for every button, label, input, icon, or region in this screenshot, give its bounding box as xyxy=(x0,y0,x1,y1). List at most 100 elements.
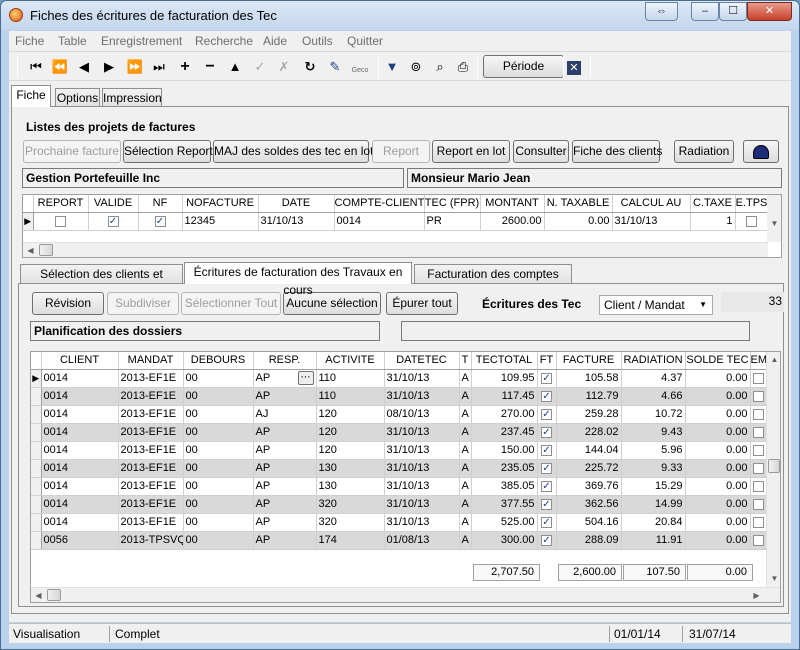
next-page-icon[interactable]: ⏩ xyxy=(124,56,146,78)
ft-checkbox[interactable]: ✓ xyxy=(537,441,557,460)
cell-tectotal[interactable]: 525.00 xyxy=(471,513,538,532)
invoice-vscroll[interactable]: ▼ xyxy=(767,195,781,242)
cell-resp[interactable]: AP xyxy=(253,513,317,532)
col-t[interactable]: T xyxy=(459,352,472,370)
cell-resp[interactable]: AP xyxy=(253,459,317,478)
em-checkbox[interactable] xyxy=(750,495,767,514)
refresh-icon[interactable]: ↻ xyxy=(299,56,321,78)
tab-impression[interactable]: Impression xyxy=(102,88,162,106)
remove-icon[interactable]: − xyxy=(199,56,221,78)
cell-solde[interactable]: 0.00 xyxy=(685,441,751,460)
cell-activite[interactable]: 130 xyxy=(316,477,385,496)
scroll-left-icon[interactable]: ◀ xyxy=(31,591,46,600)
cell-activite[interactable]: 320 xyxy=(316,513,385,532)
cell-radiation[interactable]: 9.33 xyxy=(621,459,686,478)
prev-page-icon[interactable]: ⏪ xyxy=(49,56,71,78)
em-checkbox[interactable] xyxy=(750,423,767,442)
radiation-button[interactable]: Radiation xyxy=(674,140,734,163)
col-nf[interactable]: NF xyxy=(138,195,183,213)
cell-facture[interactable]: 288.09 xyxy=(556,531,622,550)
col-client[interactable]: CLIENT xyxy=(41,352,119,370)
cell-facture[interactable]: 112.79 xyxy=(556,387,622,406)
cell-debours[interactable]: 00 xyxy=(183,441,254,460)
cell-client[interactable]: 0014 xyxy=(41,513,119,532)
col-e-tps[interactable]: E.TPS xyxy=(735,195,769,213)
cell-client[interactable]: 0056 xyxy=(41,531,119,550)
cell-client[interactable]: 0014 xyxy=(41,459,119,478)
cell-datetec[interactable]: 01/08/13 xyxy=(384,531,460,550)
cell-t[interactable]: A xyxy=(459,495,472,514)
geco-icon[interactable]: Geco xyxy=(349,56,371,78)
nf-checkbox[interactable]: ✓ xyxy=(138,212,183,231)
cell-facture[interactable]: 144.04 xyxy=(556,441,622,460)
post-icon[interactable]: ✎ xyxy=(324,56,346,78)
scroll-right-icon[interactable]: ▶ xyxy=(749,591,764,600)
filter-icon[interactable]: ▼ xyxy=(381,56,403,78)
cell-tec[interactable]: PR xyxy=(424,212,481,231)
col-calcul-au[interactable]: CALCUL AU xyxy=(612,195,691,213)
binoculars-icon[interactable]: ⊚ xyxy=(405,56,427,78)
cell-facture[interactable]: 228.02 xyxy=(556,423,622,442)
cell-activite[interactable]: 110 xyxy=(316,387,385,406)
menu-quitter[interactable]: Quitter xyxy=(347,34,383,48)
more-icon[interactable]: ⋯ xyxy=(297,370,314,385)
cell-tectotal[interactable]: 377.55 xyxy=(471,495,538,514)
cell-facture[interactable]: 362.56 xyxy=(556,495,622,514)
cell-client[interactable]: 0014 xyxy=(41,495,119,514)
cell-tectotal[interactable]: 237.45 xyxy=(471,423,538,442)
cell-activite[interactable]: 320 xyxy=(316,495,385,514)
cell-datetec[interactable]: 31/10/13 xyxy=(384,387,460,406)
cell-resp[interactable]: AP xyxy=(253,441,317,460)
minimize-icon[interactable]: ‒ xyxy=(691,2,719,21)
cell-radiation[interactable]: 9.43 xyxy=(621,423,686,442)
cell-solde[interactable]: 0.00 xyxy=(685,459,751,478)
ecritures-hscroll[interactable]: ◀ ▶ xyxy=(31,587,780,602)
table-row[interactable]: 0014 2013-EF1E 00 AP 120 31/10/13 A 150.00 ✓ 144.… xyxy=(31,441,767,460)
revision-button[interactable]: Révision xyxy=(32,292,104,315)
report-en-lot-button[interactable]: Report en lot xyxy=(432,140,510,163)
cell-tectotal[interactable]: 235.05 xyxy=(471,459,538,478)
menu-aide[interactable]: Aide xyxy=(263,34,287,48)
scroll-down-icon[interactable]: ▼ xyxy=(767,219,781,228)
table-row[interactable]: 0014 2013-EF1E 00 AP 120 31/10/13 A 237.45 ✓ 228.… xyxy=(31,423,767,442)
cell-debours[interactable]: 00 xyxy=(183,495,254,514)
cell-t[interactable]: A xyxy=(459,405,472,424)
periode-button[interactable]: Période xyxy=(483,55,564,78)
cell-mandat[interactable]: 2013-EF1E xyxy=(118,441,184,460)
cell-radiation[interactable]: 14.99 xyxy=(621,495,686,514)
maj-soldes-button[interactable]: MAJ des soldes des tec en lot xyxy=(213,140,373,163)
cell-radiation[interactable]: 10.72 xyxy=(621,405,686,424)
cell-debours[interactable]: 00 xyxy=(183,387,254,406)
cell-radiation[interactable]: 4.37 xyxy=(621,369,686,388)
report-checkbox[interactable] xyxy=(33,212,89,231)
cell-facture[interactable]: 105.58 xyxy=(556,369,622,388)
cell-activite[interactable]: 130 xyxy=(316,459,385,478)
cell-radiation[interactable]: 11.91 xyxy=(621,531,686,550)
cell-tectotal[interactable]: 385.05 xyxy=(471,477,538,496)
cell-mandat[interactable]: 2013-EF1E xyxy=(118,423,184,442)
col-montant[interactable]: MONTANT xyxy=(480,195,545,213)
scroll-thumb[interactable] xyxy=(39,244,53,256)
cell-solde[interactable]: 0.00 xyxy=(685,531,751,550)
menu-table[interactable]: Table xyxy=(58,34,87,48)
col-n-taxable[interactable]: N. TAXABLE xyxy=(544,195,613,213)
cell-facture[interactable]: 504.16 xyxy=(556,513,622,532)
cell-debours[interactable]: 00 xyxy=(183,369,254,388)
em-checkbox[interactable] xyxy=(750,459,767,478)
table-row[interactable]: ▶ ✓ ✓ 12345 31/10/13 0014 PR 2600.00 0.0… xyxy=(23,212,769,231)
edit-icon[interactable]: ▲ xyxy=(224,56,246,78)
subtab-facturation-comptes[interactable]: Facturation des comptes clients xyxy=(414,264,572,299)
subdiviser-button[interactable]: Subdiviser xyxy=(107,292,179,315)
table-row[interactable]: 0014 2013-EF1E 00 AJ 120 08/10/13 A 270.00 ✓ 259.… xyxy=(31,405,767,424)
cell-tectotal[interactable]: 117.45 xyxy=(471,387,538,406)
maximize-icon[interactable]: ☐ xyxy=(719,2,747,21)
cell-datetec[interactable]: 31/10/13 xyxy=(384,513,460,532)
cell-montant[interactable]: 2600.00 xyxy=(480,212,545,231)
em-checkbox[interactable] xyxy=(750,441,767,460)
cell-facture[interactable]: 369.76 xyxy=(556,477,622,496)
ft-checkbox[interactable]: ✓ xyxy=(537,459,557,478)
table-row[interactable]: 0014 2013-EF1E 00 AP 320 31/10/13 A 525.00 ✓ 504.… xyxy=(31,513,767,532)
cell-debours[interactable]: 00 xyxy=(183,405,254,424)
cell-ctaxe[interactable]: 1 xyxy=(690,212,736,231)
cell-client[interactable]: 0014 xyxy=(41,369,119,388)
